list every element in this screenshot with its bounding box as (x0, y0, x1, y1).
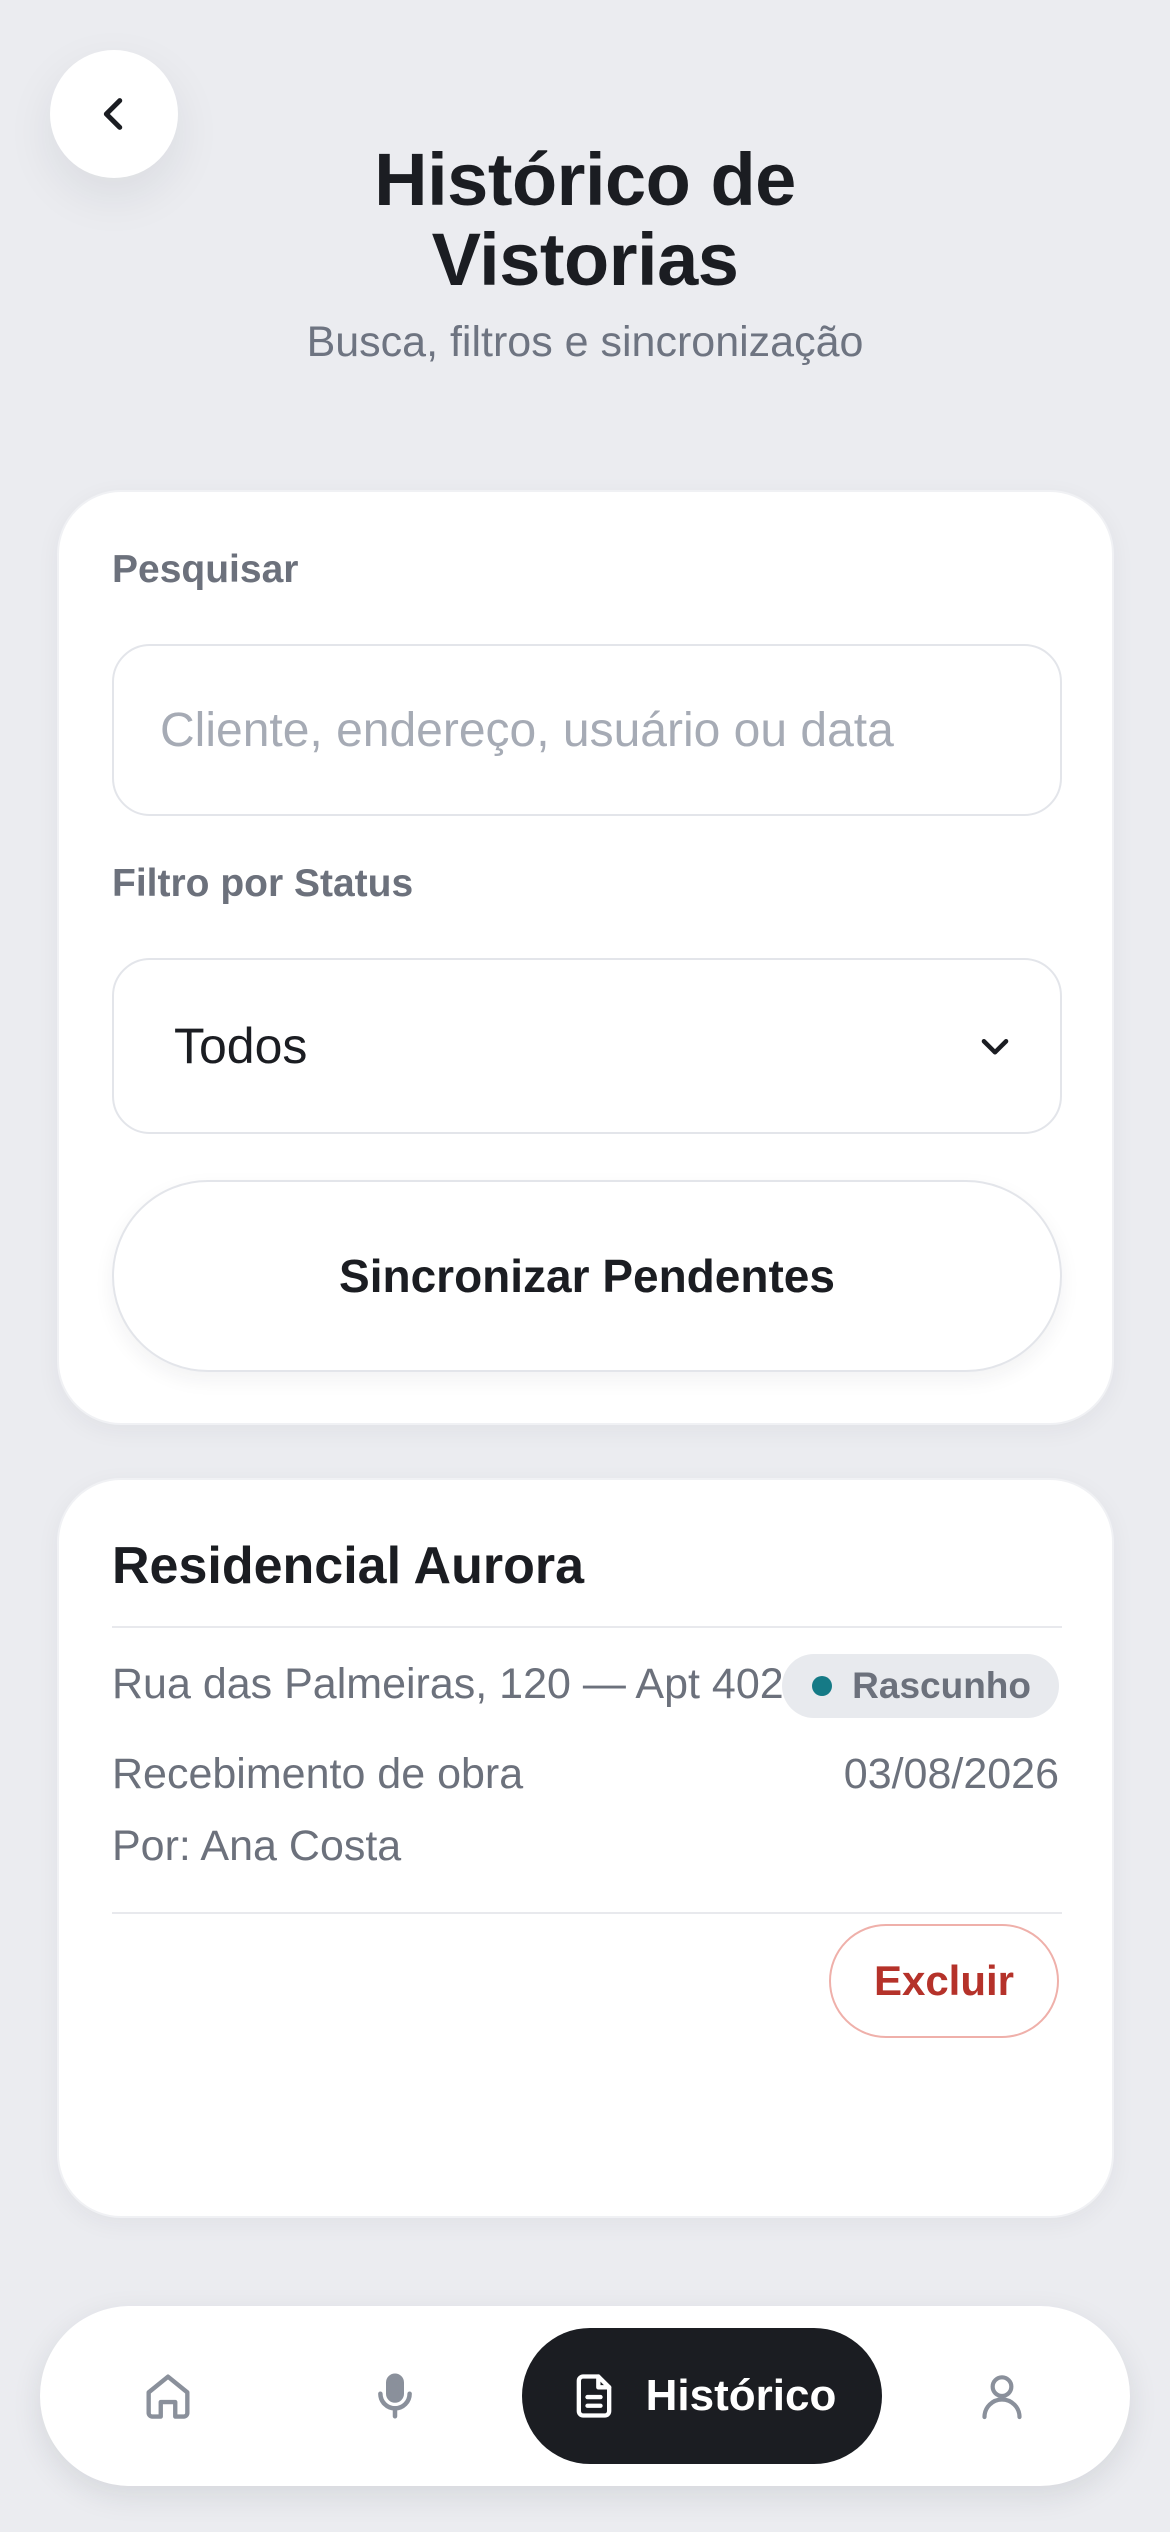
inspection-date: 03/08/2026 (843, 1750, 1059, 1798)
filter-card: Pesquisar Filtro por Status Todos Sincro… (57, 490, 1114, 1425)
nav-item-voice[interactable] (335, 2328, 455, 2464)
chevron-down-icon (981, 1039, 1009, 1055)
page-title: Histórico de Vistorias (374, 138, 796, 301)
home-icon (146, 2374, 190, 2419)
status-filter-select[interactable]: Todos (112, 958, 1062, 1134)
status-filter-label: Filtro por Status (112, 862, 414, 905)
chevron-left-icon (103, 98, 123, 130)
divider (112, 1626, 1062, 1628)
sync-pending-button[interactable]: Sincronizar Pendentes (112, 1180, 1062, 1372)
user-icon (982, 2375, 1022, 2420)
status-dot (812, 1676, 833, 1696)
inspection-title: Residencial Aurora (112, 1537, 585, 1595)
nav-item-home[interactable] (108, 2328, 228, 2464)
status-badge: Rascunho (782, 1654, 1059, 1718)
inspection-type: Recebimento de obra (112, 1750, 524, 1798)
search-label: Pesquisar (112, 548, 299, 591)
status-filter-value: Todos (174, 1018, 308, 1074)
nav-item-history-label: Histórico (645, 2371, 837, 2420)
status-badge-label: Rascunho (852, 1665, 1031, 1706)
delete-button[interactable]: Excluir (829, 1924, 1059, 2038)
page-subtitle: Busca, filtros e sincronização (306, 318, 864, 366)
bottom-nav: Histórico (40, 2306, 1130, 2486)
microphone-icon (378, 2373, 412, 2419)
inspection-author: Por: Ana Costa (112, 1822, 402, 1870)
nav-item-profile[interactable] (942, 2328, 1062, 2464)
nav-item-history[interactable]: Histórico (522, 2328, 882, 2464)
page-header: Histórico de Vistorias Busca, filtros e … (0, 140, 1170, 367)
document-icon (576, 2374, 611, 2418)
search-input[interactable] (112, 644, 1062, 816)
inspection-address: Rua das Palmeiras, 120 — Apt 402 (112, 1660, 784, 1708)
inspection-card[interactable]: Residencial Aurora Rua das Palmeiras, 12… (57, 1478, 1114, 2218)
divider (112, 1912, 1062, 1914)
